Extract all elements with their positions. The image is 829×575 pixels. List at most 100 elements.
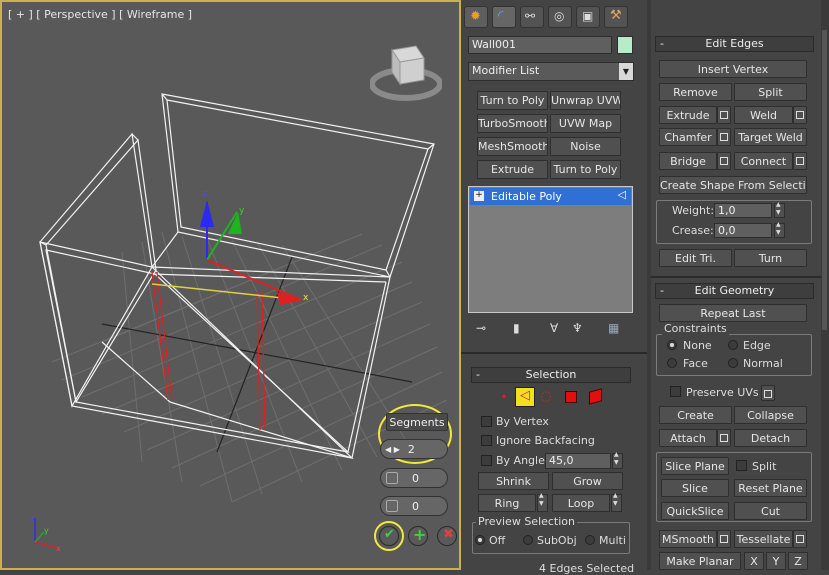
weight-field[interactable]: 1,0 bbox=[714, 203, 772, 218]
ok-button[interactable]: ✔ bbox=[379, 526, 399, 546]
repeat-last-button[interactable]: Repeat Last bbox=[659, 304, 807, 322]
make-unique-icon[interactable]: ∀ bbox=[550, 321, 558, 335]
apply-continue-button[interactable]: + bbox=[408, 525, 428, 546]
chamfer-button[interactable]: Chamfer bbox=[659, 128, 717, 146]
crease-field[interactable]: 0,0 bbox=[714, 223, 772, 238]
extrude-settings-button[interactable] bbox=[717, 106, 731, 124]
edit-edges-header[interactable]: - Edit Edges bbox=[655, 36, 814, 52]
angle-spinner[interactable] bbox=[612, 451, 623, 469]
bridge-button[interactable]: Bridge bbox=[659, 152, 717, 170]
attach-button[interactable]: Attach bbox=[659, 429, 717, 447]
loop-button[interactable]: Loop bbox=[552, 494, 610, 512]
grow-button[interactable]: Grow bbox=[552, 472, 623, 490]
pinch-field[interactable]: 0 bbox=[380, 468, 448, 488]
modifier-button-7[interactable]: Extrude bbox=[477, 160, 548, 179]
modifier-button-4[interactable]: UVW Map bbox=[550, 114, 621, 133]
turn-button[interactable]: Turn bbox=[734, 249, 807, 267]
object-name-field[interactable]: Wall001 bbox=[468, 36, 612, 54]
cancel-button[interactable]: ✖ bbox=[437, 526, 457, 546]
element-mode-icon[interactable] bbox=[589, 388, 602, 405]
detach-button[interactable]: Detach bbox=[734, 429, 807, 447]
preview-multi-radio[interactable] bbox=[585, 535, 595, 545]
create-shape-button[interactable]: Create Shape From Selection bbox=[659, 176, 807, 194]
right-scrollbar[interactable] bbox=[821, 0, 829, 570]
connect-button[interactable]: Connect bbox=[734, 152, 793, 170]
insert-vertex-button[interactable]: Insert Vertex bbox=[659, 60, 807, 78]
modifier-list-dropdown[interactable]: Modifier List ▼ bbox=[468, 62, 634, 81]
slice-button[interactable]: Slice bbox=[661, 479, 729, 497]
preserve-uvs-settings-button[interactable] bbox=[761, 385, 775, 401]
extrude-button[interactable]: Extrude bbox=[659, 106, 717, 124]
constraint-none-radio[interactable] bbox=[667, 340, 677, 350]
planar-z-button[interactable]: Z bbox=[788, 552, 808, 570]
configure-sets-icon[interactable]: ▦ bbox=[608, 321, 619, 335]
modifier-button-6[interactable]: Noise bbox=[550, 137, 621, 156]
ignore-backfacing-checkbox[interactable] bbox=[481, 435, 492, 446]
create-tab[interactable]: ✹ bbox=[464, 6, 488, 28]
border-mode-icon[interactable]: ◌ bbox=[538, 389, 554, 407]
modifier-stack[interactable]: + Editable Poly ◁ bbox=[468, 186, 633, 313]
reset-plane-button[interactable]: Reset Plane bbox=[734, 479, 807, 497]
viewcube[interactable] bbox=[369, 40, 443, 104]
bridge-settings-button[interactable] bbox=[717, 152, 731, 170]
edge-mode-icon[interactable]: ◁ bbox=[515, 387, 535, 407]
constraint-edge-radio[interactable] bbox=[728, 340, 738, 350]
modifier-button-3[interactable]: TurboSmooth bbox=[477, 114, 548, 133]
loop-spinner[interactable] bbox=[611, 492, 622, 512]
slice-plane-button[interactable]: Slice Plane bbox=[661, 457, 729, 475]
motion-tab[interactable]: ◎ bbox=[548, 6, 572, 28]
modify-tab[interactable]: ◜ bbox=[492, 6, 516, 28]
chamfer-settings-button[interactable] bbox=[717, 128, 731, 146]
shrink-button[interactable]: Shrink bbox=[478, 472, 549, 490]
show-end-result-icon[interactable]: ▮ bbox=[513, 321, 520, 335]
weld-button[interactable]: Weld bbox=[734, 106, 793, 124]
display-tab[interactable]: ▣ bbox=[576, 6, 600, 28]
vertex-mode-icon[interactable]: ∙ bbox=[495, 389, 513, 407]
weld-settings-button[interactable] bbox=[793, 106, 807, 124]
msmooth-button[interactable]: MSmooth bbox=[659, 530, 717, 548]
collapse-button[interactable]: Collapse bbox=[734, 406, 807, 424]
split-checkbox[interactable] bbox=[736, 460, 747, 471]
ring-button[interactable]: Ring bbox=[478, 494, 536, 512]
modifier-button-8[interactable]: Turn to Poly bbox=[550, 160, 621, 179]
slide-field[interactable]: 0 bbox=[380, 496, 448, 516]
selection-rollout-header[interactable]: - Selection bbox=[471, 367, 631, 383]
remove-modifier-icon[interactable]: ♆ bbox=[572, 321, 583, 335]
segments-field[interactable]: ◀ ▶ 2 bbox=[380, 439, 448, 459]
cut-button[interactable]: Cut bbox=[734, 502, 807, 520]
modifier-button-5[interactable]: MeshSmooth bbox=[477, 137, 548, 156]
constraint-face-radio[interactable] bbox=[667, 358, 677, 368]
quickslice-button[interactable]: QuickSlice bbox=[661, 502, 729, 520]
by-vertex-checkbox[interactable] bbox=[481, 416, 492, 427]
split-button[interactable]: Split bbox=[734, 83, 807, 101]
constraint-normal-radio[interactable] bbox=[728, 358, 738, 368]
tessellate-button[interactable]: Tessellate bbox=[734, 530, 793, 548]
utilities-tab[interactable]: ⚒ bbox=[604, 6, 628, 28]
perspective-viewport[interactable]: z y x z x y [ + ] [ Perspective ] [ Wire… bbox=[0, 0, 461, 570]
weight-spinner[interactable] bbox=[774, 201, 785, 218]
modifier-button-1[interactable]: Turn to Poly bbox=[477, 91, 548, 110]
polygon-mode-icon[interactable] bbox=[565, 391, 577, 403]
connect-settings-button[interactable] bbox=[793, 152, 807, 170]
stack-item-editable-poly[interactable]: + Editable Poly ◁ bbox=[470, 188, 631, 205]
by-angle-checkbox[interactable] bbox=[481, 455, 492, 466]
crease-spinner[interactable] bbox=[774, 221, 785, 238]
target-weld-button[interactable]: Target Weld bbox=[734, 128, 807, 146]
planar-x-button[interactable]: X bbox=[744, 552, 764, 570]
preserve-uvs-checkbox[interactable] bbox=[670, 386, 681, 397]
edit-geometry-header[interactable]: - Edit Geometry bbox=[655, 283, 814, 299]
pin-stack-icon[interactable]: ⊸ bbox=[476, 321, 486, 335]
edit-tri-button[interactable]: Edit Tri. bbox=[659, 249, 732, 267]
scrollbar-thumb[interactable] bbox=[822, 30, 827, 330]
planar-y-button[interactable]: Y bbox=[766, 552, 786, 570]
create-button[interactable]: Create bbox=[659, 406, 732, 424]
modifier-button-2[interactable]: Unwrap UVW bbox=[550, 91, 621, 110]
object-color-swatch[interactable] bbox=[617, 36, 633, 54]
preview-subobj-radio[interactable] bbox=[523, 535, 533, 545]
make-planar-button[interactable]: Make Planar bbox=[659, 552, 741, 570]
angle-field[interactable]: 45,0 bbox=[545, 453, 611, 469]
tessellate-settings-button[interactable] bbox=[793, 530, 807, 548]
viewport-label-menu[interactable]: [ + ] [ Perspective ] [ Wireframe ] bbox=[8, 8, 192, 21]
preview-off-radio[interactable] bbox=[475, 535, 485, 545]
attach-settings-button[interactable] bbox=[717, 429, 731, 447]
